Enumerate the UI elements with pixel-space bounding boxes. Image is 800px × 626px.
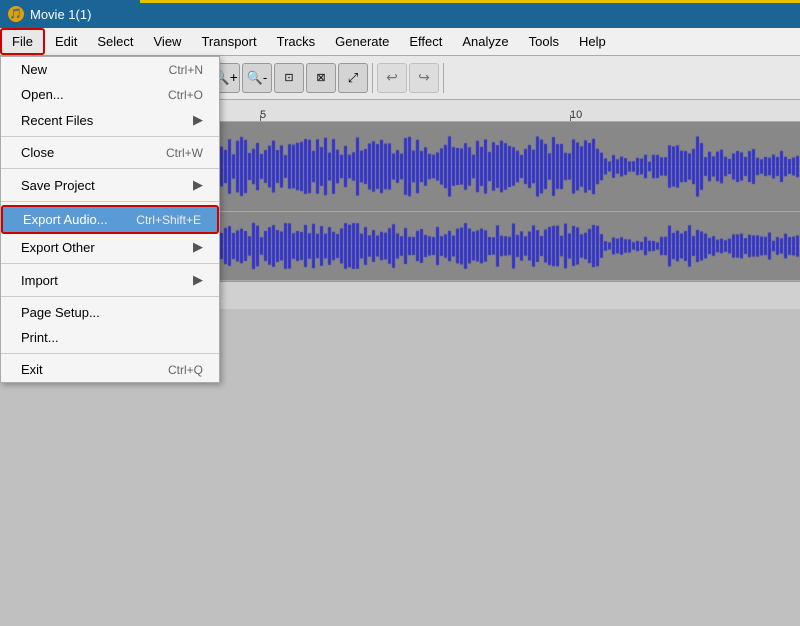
track-lower-waveform bbox=[140, 212, 800, 280]
zoom-out-button[interactable]: 🔍- bbox=[242, 63, 272, 93]
sep-2 bbox=[1, 168, 219, 169]
redo-button[interactable]: ↪ bbox=[409, 63, 439, 93]
menu-help[interactable]: Help bbox=[569, 28, 616, 55]
menu-open[interactable]: Open... Ctrl+O bbox=[1, 82, 219, 107]
zoom-fit-button[interactable]: ⊡ bbox=[274, 63, 304, 93]
menu-select[interactable]: Select bbox=[87, 28, 143, 55]
menu-recent-files[interactable]: Recent Files ▶ bbox=[1, 107, 219, 133]
menu-exit[interactable]: Exit Ctrl+Q bbox=[1, 357, 219, 382]
menu-analyze[interactable]: Analyze bbox=[452, 28, 518, 55]
ruler-tick-5 bbox=[260, 115, 261, 121]
menu-tools[interactable]: Tools bbox=[519, 28, 569, 55]
menu-print[interactable]: Print... bbox=[1, 325, 219, 350]
sep-1 bbox=[1, 136, 219, 137]
track-1-waveform: // Generate waveform path bbox=[140, 122, 800, 211]
menu-transport[interactable]: Transport bbox=[191, 28, 266, 55]
menu-generate[interactable]: Generate bbox=[325, 28, 399, 55]
file-dropdown: New Ctrl+N Open... Ctrl+O Recent Files ▶… bbox=[0, 56, 220, 383]
menu-import[interactable]: Import ▶ bbox=[1, 267, 219, 293]
undo-button[interactable]: ↩ bbox=[377, 63, 407, 93]
ruler-content: 5 10 bbox=[140, 100, 800, 121]
sep-3 bbox=[1, 201, 219, 202]
menu-close[interactable]: Close Ctrl+W bbox=[1, 140, 219, 165]
sep-5 bbox=[1, 296, 219, 297]
menu-export-other[interactable]: Export Other ▶ bbox=[1, 234, 219, 260]
window-title: Movie 1(1) bbox=[30, 7, 91, 22]
app-icon: 🎵 bbox=[8, 6, 24, 22]
menu-new[interactable]: New Ctrl+N bbox=[1, 57, 219, 82]
zoom-group: 🔍+ 🔍- ⊡ ⊠ ⤢ bbox=[210, 63, 373, 93]
menu-tracks[interactable]: Tracks bbox=[267, 28, 326, 55]
menu-export-audio[interactable]: Export Audio... Ctrl+Shift+E bbox=[1, 205, 219, 234]
menu-save-project[interactable]: Save Project ▶ bbox=[1, 172, 219, 198]
undo-group: ↩ ↪ bbox=[377, 63, 444, 93]
title-bar: 🎵 Movie 1(1) bbox=[0, 0, 800, 28]
menu-edit[interactable]: Edit bbox=[45, 28, 87, 55]
playhead-line bbox=[140, 0, 800, 3]
sep-4 bbox=[1, 263, 219, 264]
menu-effect[interactable]: Effect bbox=[399, 28, 452, 55]
app-wrapper: 🎵 Movie 1(1) File Edit Select View Trans… bbox=[0, 0, 800, 626]
menu-bar: File Edit Select View Transport Tracks G… bbox=[0, 28, 800, 56]
menu-page-setup[interactable]: Page Setup... bbox=[1, 300, 219, 325]
ruler-tick-10 bbox=[570, 115, 571, 121]
zoom-reset-button[interactable]: ⤢ bbox=[338, 63, 368, 93]
ruler-mark-10: 10 bbox=[570, 109, 582, 121]
menu-view[interactable]: View bbox=[144, 28, 192, 55]
sep-6 bbox=[1, 353, 219, 354]
zoom-sel-button[interactable]: ⊠ bbox=[306, 63, 336, 93]
menu-file[interactable]: File bbox=[0, 28, 45, 55]
